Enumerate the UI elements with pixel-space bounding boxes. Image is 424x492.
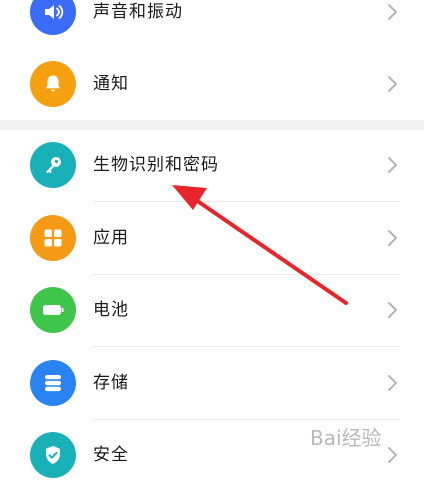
settings-item-label: 通知	[93, 74, 129, 94]
battery-icon	[30, 287, 76, 333]
key-icon	[30, 142, 76, 188]
settings-item-label: 存储	[93, 373, 129, 393]
apps-grid-icon	[30, 215, 76, 261]
settings-item-label: 生物识别和密码	[93, 155, 219, 175]
settings-item-label: 应用	[93, 228, 129, 248]
storage-icon	[30, 360, 76, 406]
settings-item-apps[interactable]: 应用	[0, 202, 424, 274]
shield-check-icon	[30, 432, 76, 478]
speaker-icon	[30, 0, 76, 35]
chevron-right-icon	[388, 4, 397, 20]
bell-icon	[30, 61, 76, 107]
chevron-right-icon	[388, 230, 397, 246]
chevron-right-icon	[388, 302, 397, 318]
chevron-right-icon	[388, 375, 397, 391]
settings-item-biometrics-password[interactable]: 生物识别和密码	[0, 130, 424, 202]
settings-item-notifications[interactable]: 通知	[0, 48, 424, 120]
watermark: Bai经验	[310, 426, 382, 450]
settings-item-storage[interactable]: 存储	[0, 347, 424, 419]
chevron-right-icon	[388, 157, 397, 173]
settings-item-battery[interactable]: 电池	[0, 275, 424, 347]
settings-item-sound-vibration[interactable]: 声音和振动	[0, 0, 424, 50]
settings-item-label: 安全	[93, 445, 129, 465]
settings-item-label: 声音和振动	[93, 2, 183, 22]
settings-item-label: 电池	[93, 300, 129, 320]
chevron-right-icon	[388, 76, 397, 92]
chevron-right-icon	[388, 447, 397, 463]
